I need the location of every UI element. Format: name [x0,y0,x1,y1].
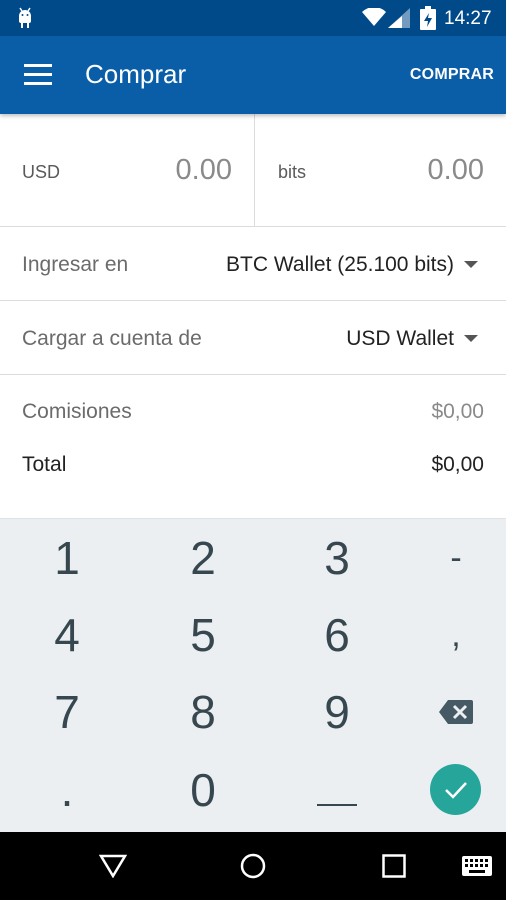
wifi-icon [362,8,386,26]
bits-currency-label: bits [278,162,307,182]
key-2[interactable]: 2 [143,523,263,593]
check-icon [444,781,467,799]
key-9[interactable]: 9 [277,677,397,747]
backspace-key[interactable] [396,677,506,747]
deposit-wallet-selector[interactable]: Ingresar en BTC Wallet (25.100 bits) [0,227,506,301]
key-6[interactable]: 6 [277,600,397,670]
buy-action-button[interactable]: COMPRAR [410,66,494,84]
dropdown-caret-icon [464,261,478,268]
key-7[interactable]: 7 [7,677,127,747]
usd-amount-field[interactable]: USD 0.00 [0,114,255,226]
commission-row: Comisiones $0,00 [22,400,484,430]
charge-wallet-value: USD Wallet [346,327,454,350]
usd-amount-value: 0.00 [175,154,232,186]
key-5[interactable]: 5 [143,600,263,670]
total-value: $0,00 [431,453,484,476]
home-icon[interactable] [240,853,266,879]
dropdown-caret-icon [464,335,478,342]
signal-icon [388,8,410,28]
deposit-wallet-value: BTC Wallet (25.100 bits) [226,253,454,276]
keyboard-icon[interactable] [462,856,492,876]
deposit-label: Ingresar en [22,253,129,276]
key-4[interactable]: 4 [7,600,127,670]
charge-account-selector[interactable]: Cargar a cuenta de USD Wallet [0,301,506,375]
battery-charging-icon [420,6,436,30]
key-comma[interactable]: , [396,600,506,670]
total-label: Total [22,453,67,476]
charge-label: Cargar a cuenta de [22,327,202,350]
total-row: Total $0,00 [22,453,484,483]
key-8[interactable]: 8 [143,677,263,747]
hamburger-menu-icon[interactable] [24,64,52,86]
bits-amount-field[interactable]: bits 0.00 [256,114,506,226]
key-minus[interactable]: - [396,523,506,593]
commission-label: Comisiones [22,400,132,423]
key-decimal-point[interactable]: . [7,755,127,825]
page-title: Comprar [85,59,187,89]
status-bar: 14:27 [0,0,506,36]
numeric-keypad: 1 2 3 - 4 5 6 , 7 8 9 . 0 [0,518,506,832]
amount-inputs: USD 0.00 bits 0.00 [0,114,506,227]
back-icon[interactable] [99,854,127,878]
confirm-button[interactable] [430,764,481,815]
usd-currency-label: USD [22,162,61,182]
key-0[interactable]: 0 [143,755,263,825]
status-time: 14:27 [444,8,492,29]
key-1[interactable]: 1 [7,523,127,593]
commission-value: $0,00 [431,400,484,423]
key-space[interactable] [277,755,397,825]
android-debug-icon [19,7,31,28]
recents-icon[interactable] [382,854,406,878]
app-bar: Comprar COMPRAR [0,36,506,114]
system-nav-bar [0,832,506,900]
key-3[interactable]: 3 [277,523,397,593]
backspace-icon [439,700,473,724]
space-bar-icon [317,804,357,806]
bits-amount-value: 0.00 [427,154,484,186]
